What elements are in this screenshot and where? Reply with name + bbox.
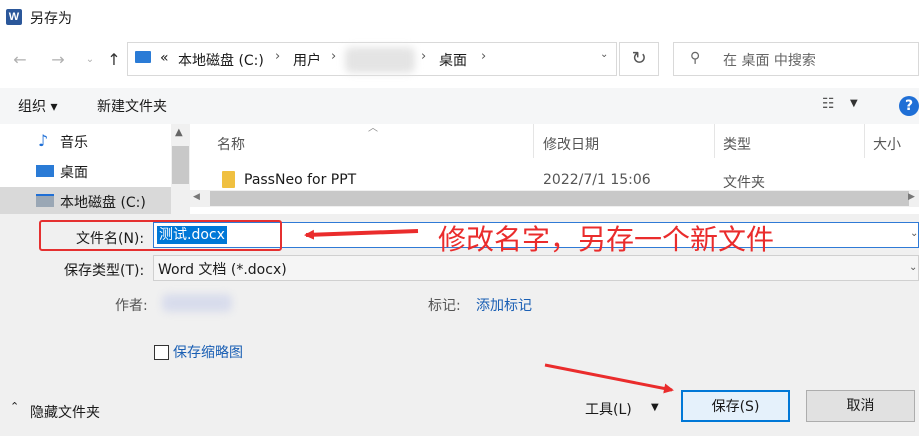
arrow-to-filename [304, 229, 419, 240]
arrow-to-save [544, 363, 674, 394]
annotation-arrows [304, 229, 674, 394]
